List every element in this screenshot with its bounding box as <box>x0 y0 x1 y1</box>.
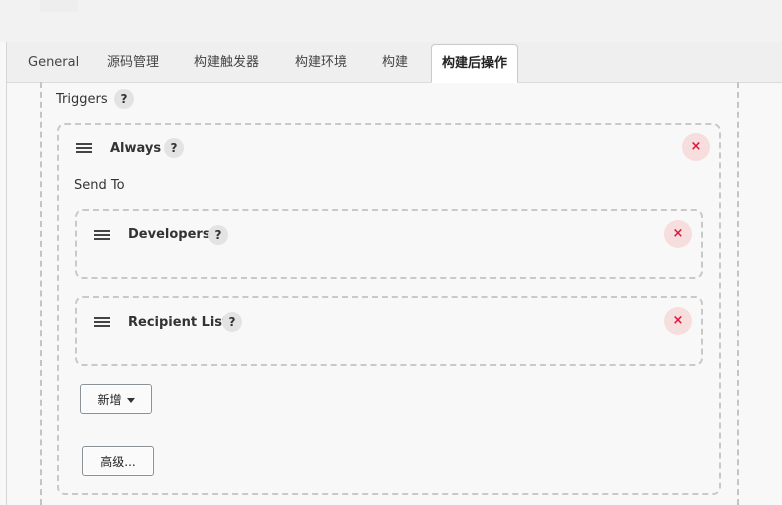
section-border-right <box>737 82 739 505</box>
drag-handle-icon[interactable] <box>76 143 92 153</box>
top-bar-faint-element <box>40 0 78 12</box>
tab-build[interactable]: 构建 <box>382 42 408 82</box>
tab-bar: General 源码管理 构建触发器 构建环境 构建 构建后操作 <box>7 42 782 83</box>
recipient-name: Recipient List <box>128 315 229 330</box>
recipient-help-icon[interactable]: ? <box>222 312 242 332</box>
recipient-developers-box <box>75 209 703 279</box>
delete-trigger-icon[interactable]: × <box>682 133 710 161</box>
tab-general[interactable]: General <box>28 42 79 82</box>
top-bar <box>0 0 782 42</box>
tab-build-environment[interactable]: 构建环境 <box>295 42 347 82</box>
tab-build-triggers[interactable]: 构建触发器 <box>194 42 259 82</box>
tab-post-build-actions[interactable]: 构建后操作 <box>431 44 519 83</box>
recipient-help-icon[interactable]: ? <box>208 225 228 245</box>
delete-recipient-icon[interactable]: × <box>664 220 692 248</box>
drag-handle-icon[interactable] <box>94 230 110 240</box>
recipient-list-box <box>75 296 703 366</box>
section-border-left <box>40 82 42 505</box>
send-to-label: Send To <box>74 178 125 193</box>
recipient-name: Developers <box>128 227 211 242</box>
add-button-label: 新增 <box>97 393 122 407</box>
triggers-help-icon[interactable]: ? <box>114 89 134 109</box>
add-recipient-button[interactable]: 新增 <box>80 384 152 414</box>
delete-recipient-icon[interactable]: × <box>664 307 692 335</box>
drag-handle-icon[interactable] <box>94 317 110 327</box>
trigger-name: Always <box>110 141 162 156</box>
tab-source-code-management[interactable]: 源码管理 <box>107 42 159 82</box>
advanced-button[interactable]: 高级... <box>82 446 154 476</box>
chevron-down-icon <box>126 398 135 403</box>
trigger-help-icon[interactable]: ? <box>164 138 184 158</box>
triggers-label: Triggers <box>56 92 108 107</box>
